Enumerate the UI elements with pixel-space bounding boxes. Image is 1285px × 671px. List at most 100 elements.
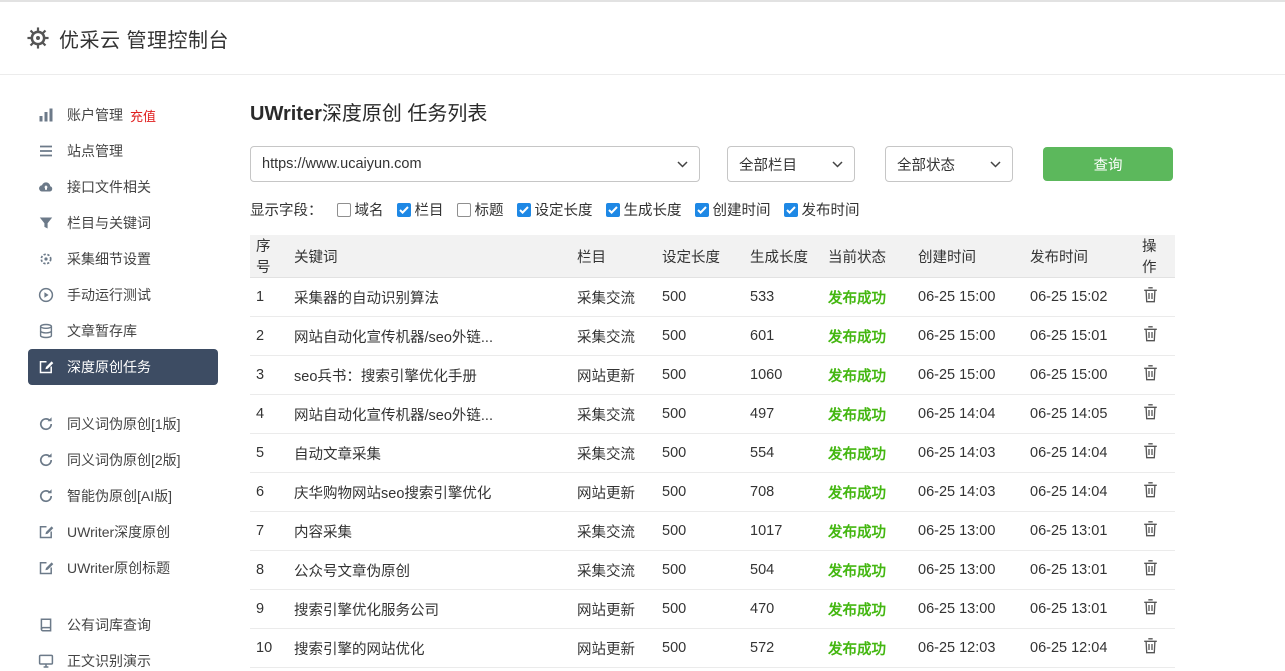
cell-no: 1 bbox=[250, 278, 288, 317]
field-checkbox-label: 发布时间 bbox=[802, 199, 860, 220]
chevron-down-icon bbox=[990, 161, 1001, 168]
sidebar-item-14[interactable]: 正文识别演示 bbox=[28, 643, 218, 671]
sidebar-item-13[interactable]: 公有词库查询 bbox=[28, 607, 218, 643]
delete-icon[interactable] bbox=[1142, 325, 1159, 343]
sidebar-item-label: UWriter深度原创 bbox=[67, 522, 170, 542]
cell-set_len: 500 bbox=[656, 395, 744, 434]
cell-published: 06-25 13:01 bbox=[1024, 512, 1136, 551]
delete-icon[interactable] bbox=[1142, 364, 1159, 382]
sidebar-item-label: UWriter原创标题 bbox=[67, 558, 170, 578]
status-select[interactable]: 全部状态 bbox=[885, 146, 1013, 182]
cell-column: 采集交流 bbox=[571, 551, 656, 590]
field-checkbox-6[interactable]: 发布时间 bbox=[784, 199, 860, 220]
field-checkbox-5[interactable]: 创建时间 bbox=[695, 199, 771, 220]
sidebar-item-6[interactable]: 文章暂存库 bbox=[28, 313, 218, 349]
delete-icon[interactable] bbox=[1142, 286, 1159, 304]
main-content: UWriter深度原创 任务列表 https://www.ucaiyun.com… bbox=[250, 75, 1285, 671]
database-icon bbox=[38, 323, 54, 339]
cell-no: 2 bbox=[250, 317, 288, 356]
sidebar-item-5[interactable]: 手动运行测试 bbox=[28, 277, 218, 313]
app-header: 优采云 管理控制台 bbox=[0, 2, 1285, 75]
cell-set_len: 500 bbox=[656, 512, 744, 551]
sidebar-item-11[interactable]: UWriter深度原创 bbox=[28, 514, 218, 550]
cell-keyword: 采集器的自动识别算法 bbox=[288, 278, 571, 317]
cell-no: 9 bbox=[250, 590, 288, 629]
column-header-5: 当前状态 bbox=[822, 235, 912, 278]
field-checkbox-3[interactable]: 设定长度 bbox=[517, 199, 593, 220]
cell-created: 06-25 12:03 bbox=[912, 629, 1024, 668]
sidebar-item-8[interactable]: 同义词伪原创[1版] bbox=[28, 406, 218, 442]
cell-created: 06-25 13:00 bbox=[912, 590, 1024, 629]
cell-gen_len: 554 bbox=[744, 434, 822, 473]
column-header-1: 关键词 bbox=[288, 235, 571, 278]
checkbox-icon bbox=[397, 203, 411, 217]
gears-icon bbox=[38, 251, 54, 267]
site-select[interactable]: https://www.ucaiyun.com bbox=[250, 146, 700, 182]
sidebar-item-1[interactable]: 站点管理 bbox=[28, 133, 218, 169]
delete-icon[interactable] bbox=[1142, 559, 1159, 577]
field-checkbox-1[interactable]: 栏目 bbox=[397, 199, 444, 220]
cell-actions bbox=[1136, 551, 1175, 590]
cell-column: 采集交流 bbox=[571, 512, 656, 551]
cell-actions bbox=[1136, 629, 1175, 668]
delete-icon[interactable] bbox=[1142, 637, 1159, 655]
delete-icon[interactable] bbox=[1142, 442, 1159, 460]
sidebar-item-label: 文章暂存库 bbox=[67, 321, 137, 341]
recharge-badge[interactable]: 充值 bbox=[130, 106, 156, 125]
edit-icon bbox=[38, 359, 54, 375]
delete-icon[interactable] bbox=[1142, 481, 1159, 499]
column-header-6: 创建时间 bbox=[912, 235, 1024, 278]
delete-icon[interactable] bbox=[1142, 598, 1159, 616]
sidebar-item-4[interactable]: 采集细节设置 bbox=[28, 241, 218, 277]
field-checkbox-2[interactable]: 标题 bbox=[457, 199, 504, 220]
sidebar-item-label: 公有词库查询 bbox=[67, 615, 151, 635]
cell-gen_len: 1060 bbox=[744, 356, 822, 395]
field-checkbox-0[interactable]: 域名 bbox=[337, 199, 384, 220]
bar-chart-icon bbox=[38, 107, 54, 123]
cell-actions bbox=[1136, 512, 1175, 551]
cell-published: 06-25 14:04 bbox=[1024, 473, 1136, 512]
cell-column: 网站更新 bbox=[571, 473, 656, 512]
delete-icon[interactable] bbox=[1142, 403, 1159, 421]
sidebar-item-3[interactable]: 栏目与关键词 bbox=[28, 205, 218, 241]
table-row: 5自动文章采集采集交流500554发布成功06-25 14:0306-25 14… bbox=[250, 434, 1175, 473]
cell-no: 8 bbox=[250, 551, 288, 590]
cell-actions bbox=[1136, 395, 1175, 434]
sidebar: 账户管理充值站点管理接口文件相关栏目与关键词采集细节设置手动运行测试文章暂存库深… bbox=[0, 75, 250, 671]
filter-icon bbox=[38, 215, 54, 231]
table-row: 4网站自动化宣传机器/seo外链...采集交流500497发布成功06-25 1… bbox=[250, 395, 1175, 434]
cell-gen_len: 708 bbox=[744, 473, 822, 512]
chevron-down-icon bbox=[677, 161, 688, 168]
cell-set_len: 500 bbox=[656, 590, 744, 629]
sidebar-item-10[interactable]: 智能伪原创[AI版] bbox=[28, 478, 218, 514]
field-checkbox-4[interactable]: 生成长度 bbox=[606, 199, 682, 220]
list-icon bbox=[38, 143, 54, 159]
cell-no: 7 bbox=[250, 512, 288, 551]
task-table: 序号关键词栏目设定长度生成长度当前状态创建时间发布时间操作 1采集器的自动识别算… bbox=[250, 235, 1175, 668]
sidebar-item-0[interactable]: 账户管理充值 bbox=[28, 97, 218, 133]
sidebar-item-2[interactable]: 接口文件相关 bbox=[28, 169, 218, 205]
display-fields-row: 显示字段： 域名栏目标题设定长度生成长度创建时间发布时间 bbox=[250, 199, 1285, 220]
query-button[interactable]: 查询 bbox=[1043, 147, 1173, 181]
cell-set_len: 500 bbox=[656, 434, 744, 473]
column-header-0: 序号 bbox=[250, 235, 288, 278]
cell-created: 06-25 15:00 bbox=[912, 356, 1024, 395]
page-title: UWriter深度原创 任务列表 bbox=[250, 97, 1285, 126]
column-select[interactable]: 全部栏目 bbox=[727, 146, 855, 182]
column-header-7: 发布时间 bbox=[1024, 235, 1136, 278]
delete-icon[interactable] bbox=[1142, 520, 1159, 538]
column-header-8: 操作 bbox=[1136, 235, 1175, 278]
cell-published: 06-25 15:00 bbox=[1024, 356, 1136, 395]
cell-keyword: 庆华购物网站seo搜索引擎优化 bbox=[288, 473, 571, 512]
cell-column: 采集交流 bbox=[571, 317, 656, 356]
cell-set_len: 500 bbox=[656, 278, 744, 317]
sidebar-item-9[interactable]: 同义词伪原创[2版] bbox=[28, 442, 218, 478]
column-header-2: 栏目 bbox=[571, 235, 656, 278]
sidebar-item-7[interactable]: 深度原创任务 bbox=[28, 349, 218, 385]
cell-status: 发布成功 bbox=[822, 512, 912, 551]
table-row: 7内容采集采集交流5001017发布成功06-25 13:0006-25 13:… bbox=[250, 512, 1175, 551]
cell-set_len: 500 bbox=[656, 629, 744, 668]
cell-no: 10 bbox=[250, 629, 288, 668]
sidebar-item-12[interactable]: UWriter原创标题 bbox=[28, 550, 218, 586]
status-select-value: 全部状态 bbox=[897, 154, 955, 175]
